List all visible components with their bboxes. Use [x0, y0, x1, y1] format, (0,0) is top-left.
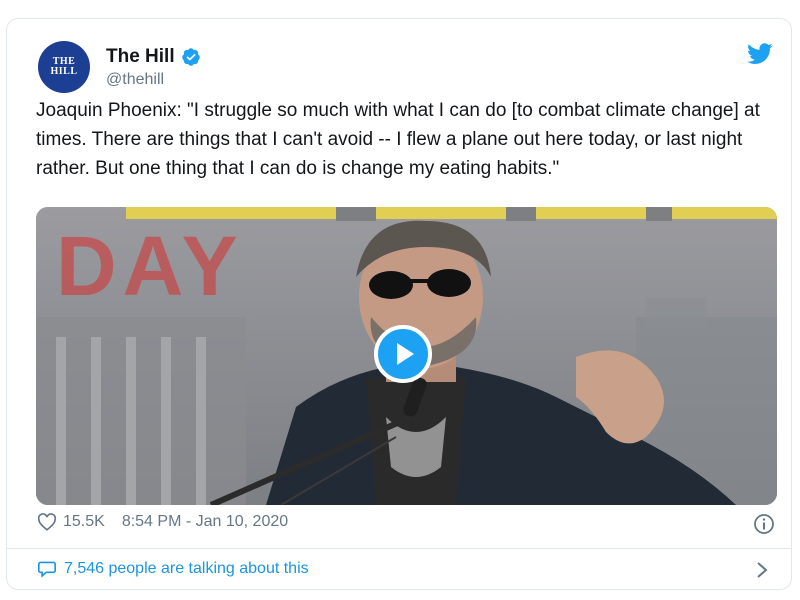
- verified-badge-icon: [181, 48, 200, 66]
- tweet-text: Joaquin Phoenix: "I struggle so much wit…: [36, 100, 760, 179]
- talking-link[interactable]: 7,546 people are talking about this: [37, 560, 309, 578]
- divider: [7, 548, 791, 549]
- account-handle[interactable]: @thehill: [106, 71, 164, 89]
- avatar[interactable]: THE HILL: [38, 41, 90, 93]
- talking-text: 7,546 people are talking about this: [64, 560, 309, 577]
- info-icon[interactable]: [753, 513, 775, 535]
- play-button[interactable]: [374, 325, 432, 383]
- account-name-row[interactable]: The Hill: [106, 46, 201, 68]
- like-button[interactable]: 15.5K: [37, 513, 105, 531]
- banner-text: DAY: [56, 219, 244, 313]
- tweet-timestamp[interactable]: 8:54 PM - Jan 10, 2020: [122, 513, 288, 531]
- like-count: 15.5K: [63, 513, 105, 530]
- heart-icon: [37, 513, 57, 531]
- avatar-text-line2: HILL: [50, 66, 78, 77]
- chevron-right-icon[interactable]: [755, 560, 769, 580]
- play-icon: [397, 343, 414, 365]
- tweet-meta: 15.5K 8:54 PM - Jan 10, 2020: [37, 513, 288, 531]
- account-name[interactable]: The Hill: [106, 46, 175, 68]
- twitter-bird-icon[interactable]: [747, 43, 773, 65]
- video-player[interactable]: DAY: [36, 207, 777, 505]
- tweet-card: THE HILL The Hill @thehill Joaquin Phoen…: [6, 18, 792, 590]
- reply-bubble-icon: [38, 561, 56, 578]
